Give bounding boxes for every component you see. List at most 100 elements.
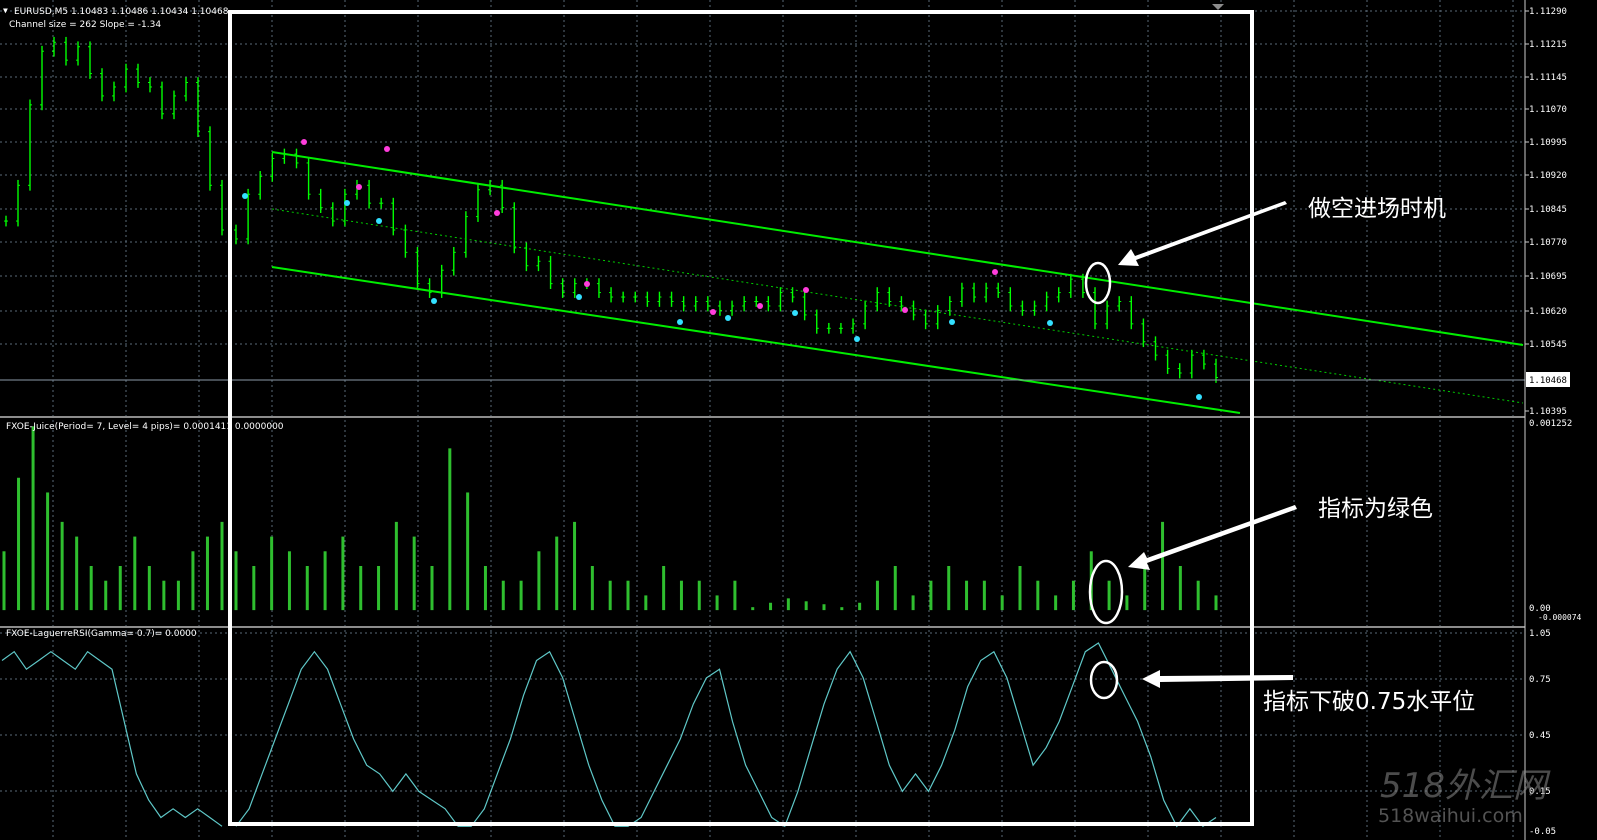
price-tick-label: 1.10695 <box>1529 272 1567 282</box>
juice-bar <box>733 580 737 611</box>
juice-bar <box>323 551 327 611</box>
channel-info: Channel size = 262 Slope = -1.34 <box>9 20 161 30</box>
regression-channel <box>271 151 1524 414</box>
price-tick-label: 1.10995 <box>1529 138 1567 148</box>
juice-bar <box>104 580 108 611</box>
juice-bar <box>929 580 933 611</box>
juice-bar <box>1214 595 1218 611</box>
rsi-tick-label: 0.75 <box>1529 675 1551 685</box>
juice-bar <box>965 580 969 611</box>
annotation-short-entry: 做空进场时机 <box>1308 196 1446 222</box>
juice-bar <box>220 521 224 611</box>
rsi-line-segment <box>1 650 223 827</box>
signal-dot-buy <box>576 294 582 300</box>
chart-shift-icon[interactable] <box>1212 4 1224 10</box>
juice-bar <box>911 595 915 611</box>
signal-dot-buy <box>949 319 955 325</box>
juice-bar <box>626 580 630 611</box>
signal-dot-sell <box>992 269 998 275</box>
juice-bar <box>60 521 64 611</box>
signal-dot-sell <box>494 210 500 216</box>
price-tick-label: 1.11070 <box>1529 105 1567 115</box>
juice-panel-label: FXOE-Juice(Period= 7, Level= 4 pips)= 0.… <box>6 422 284 432</box>
juice-bar <box>377 566 381 611</box>
juice-bar <box>305 566 309 611</box>
juice-bar <box>982 580 986 611</box>
juice-axis-bottom2: -0.000074 <box>1538 613 1582 622</box>
juice-bar <box>483 566 487 611</box>
annotation-ellipse-rsi <box>1089 660 1119 700</box>
juice-bar <box>537 551 541 611</box>
signal-dot-buy <box>242 193 248 199</box>
annotation-ellipse-juice <box>1088 559 1124 625</box>
annotation-arrows <box>1118 201 1297 688</box>
signal-dot-sell <box>757 303 763 309</box>
juice-bar <box>1178 566 1182 611</box>
juice-bar <box>394 521 398 611</box>
juice-bar <box>769 602 773 611</box>
juice-bar <box>1125 595 1129 611</box>
price-tick-label: 1.10920 <box>1529 171 1567 181</box>
channel-upper-line[interactable] <box>271 151 1524 346</box>
juice-bar <box>1018 566 1022 611</box>
annotation-indicator-green: 指标为绿色 <box>1318 496 1433 522</box>
juice-bar <box>1054 595 1058 611</box>
price-tick-label: 1.10545 <box>1529 340 1567 350</box>
juice-bar <box>715 595 719 611</box>
chart-canvas: 1.11290 1.11215 1.11145 1.11070 1.10995 1.109… <box>0 0 1582 840</box>
juice-bar <box>46 492 50 611</box>
juice-bar <box>75 536 79 611</box>
juice-bar <box>501 580 505 611</box>
juice-bar <box>840 607 844 611</box>
collapse-arrow-icon[interactable]: ▼ <box>3 6 8 15</box>
signal-dot-sell <box>384 146 390 152</box>
juice-bar <box>412 536 416 611</box>
juice-bar <box>875 580 879 611</box>
annotation-ellipse-price <box>1084 261 1112 305</box>
price-tick-label: 1.11215 <box>1529 40 1567 50</box>
price-chart[interactable] <box>4 36 1218 383</box>
juice-bar <box>162 580 166 611</box>
juice-bar <box>519 580 523 611</box>
signal-dot-sell <box>584 281 590 287</box>
price-tick-label: 1.10620 <box>1529 307 1567 317</box>
signal-dot-buy <box>431 298 437 304</box>
juice-bar <box>1161 521 1165 611</box>
juice-bar <box>608 580 612 611</box>
price-tick-label: 1.11290 <box>1529 7 1567 17</box>
juice-bar <box>662 566 666 611</box>
watermark-logo: 518外汇网 <box>1380 766 1551 806</box>
arrow-indicator-green-icon <box>1128 505 1297 570</box>
rsi-tick-label: 0.45 <box>1529 731 1551 741</box>
juice-bar <box>644 595 648 611</box>
juice-bar <box>2 551 6 611</box>
juice-bar <box>804 601 808 611</box>
juice-bar <box>1196 580 1200 611</box>
juice-bar <box>1071 580 1075 611</box>
signal-dots <box>242 139 1202 400</box>
rsi-panel-label: FXOE-LaguerreRSI(Gamma= 0.7)= 0.0000 <box>6 629 197 639</box>
price-tick-label: 1.10845 <box>1529 205 1567 215</box>
juice-histogram[interactable] <box>2 426 1218 611</box>
juice-bar <box>252 566 256 611</box>
signal-dot-sell <box>902 307 908 313</box>
symbol-info: EURUSD,M5 1.10483 1.10486 1.10434 1.1046… <box>14 7 229 17</box>
juice-bar <box>89 566 93 611</box>
juice-bar <box>430 566 434 611</box>
juice-bar <box>341 536 345 611</box>
watermark-url: 518waihui.com <box>1378 805 1523 827</box>
rsi-axis-bottom: -0.05 <box>1529 827 1556 837</box>
signal-dot-sell <box>710 309 716 315</box>
channel-middle-line <box>271 208 1524 404</box>
juice-bar <box>191 551 195 611</box>
signal-dot-buy <box>376 218 382 224</box>
juice-bar <box>287 551 291 611</box>
rsi-tick-label: 1.05 <box>1529 629 1551 639</box>
juice-bar <box>147 566 151 611</box>
price-tick-label: 1.11145 <box>1529 73 1567 83</box>
juice-bar <box>893 566 897 611</box>
juice-bar <box>133 536 137 611</box>
laguerre-rsi-chart[interactable] <box>1 642 1217 828</box>
juice-bar <box>31 426 35 611</box>
juice-bar <box>786 598 790 611</box>
